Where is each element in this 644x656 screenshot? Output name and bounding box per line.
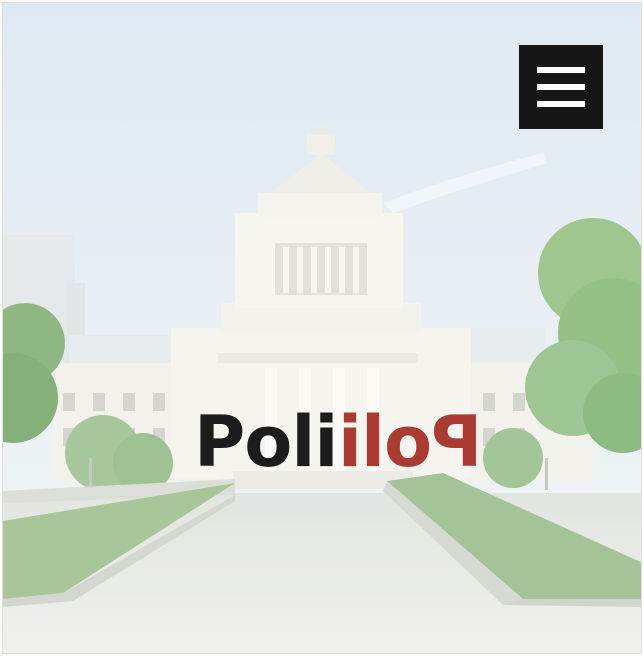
hamburger-menu-icon-bar: [537, 101, 585, 107]
menu-button[interactable]: [519, 45, 603, 129]
hamburger-menu-icon-bar: [537, 84, 585, 90]
page-frame: PoliPoli: [2, 2, 642, 654]
logo-text-mirrored: Poli: [339, 401, 483, 483]
hamburger-menu-icon-bar: [537, 67, 585, 73]
site-logo[interactable]: PoliPoli: [194, 401, 483, 483]
logo-text-dark: Poli: [194, 401, 338, 483]
